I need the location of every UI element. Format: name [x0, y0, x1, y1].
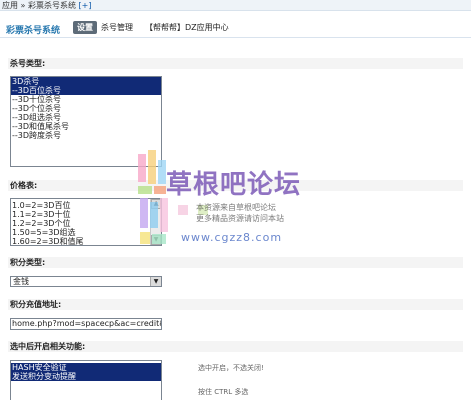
- credit-type-select[interactable]: 金钱 ▼: [10, 276, 162, 287]
- list-option[interactable]: --3D百位杀号: [11, 86, 161, 95]
- recharge-url-label: 积分充值地址:: [8, 299, 463, 310]
- multi-select-hint: 按住 CTRL 多选: [198, 388, 249, 396]
- list-option[interactable]: 3D杀号: [11, 77, 161, 86]
- list-option[interactable]: --3D个位杀号: [11, 104, 161, 113]
- list-option[interactable]: 发送积分变动提醒: [11, 372, 161, 381]
- list-option[interactable]: --3D和值尾杀号: [11, 122, 161, 131]
- breadcrumb: 应用 » 彩票杀号系统 [+]: [0, 0, 471, 11]
- watermark-line2: 更多精品资源请访问本站: [196, 214, 284, 223]
- kill-type-label: 杀号类型:: [8, 58, 463, 69]
- features-label: 选中后开启相关功能:: [8, 341, 463, 352]
- tab-app-center[interactable]: 【帮帮帮】DZ应用中心: [145, 21, 229, 34]
- features-hint: 选中开启，不选关闭!: [198, 364, 264, 372]
- breadcrumb-text[interactable]: 应用 » 彩票杀号系统: [2, 1, 76, 10]
- list-option[interactable]: --3D十位杀号: [11, 95, 161, 104]
- chevron-down-icon[interactable]: ▼: [150, 277, 161, 286]
- tab-kill-management[interactable]: 杀号管理: [101, 21, 133, 34]
- credit-type-value: 金钱: [13, 277, 29, 286]
- features-listbox[interactable]: HASH安全验证 发送积分变动提醒: [10, 360, 162, 400]
- app-title: 彩票杀号系统: [6, 26, 61, 36]
- list-option[interactable]: --3D组选杀号: [11, 113, 161, 122]
- add-shortcut-link[interactable]: [+]: [79, 1, 92, 10]
- app-header: 彩票杀号系统 设置 杀号管理 【帮帮帮】DZ应用中心: [0, 18, 471, 38]
- list-option[interactable]: HASH安全验证: [11, 363, 161, 372]
- watermark-url: www.cgzz8.com: [181, 231, 283, 244]
- tab-settings[interactable]: 设置: [73, 21, 97, 34]
- watermark-line1: 本资源来自草根吧论坛: [196, 203, 276, 212]
- watermark-title: 草根吧论坛: [166, 170, 302, 200]
- credit-type-label: 积分类型:: [8, 257, 463, 268]
- list-option[interactable]: --3D跨度杀号: [11, 131, 161, 140]
- recharge-url-input[interactable]: home.php?mod=spacecp&ac=credit&op: [10, 318, 162, 330]
